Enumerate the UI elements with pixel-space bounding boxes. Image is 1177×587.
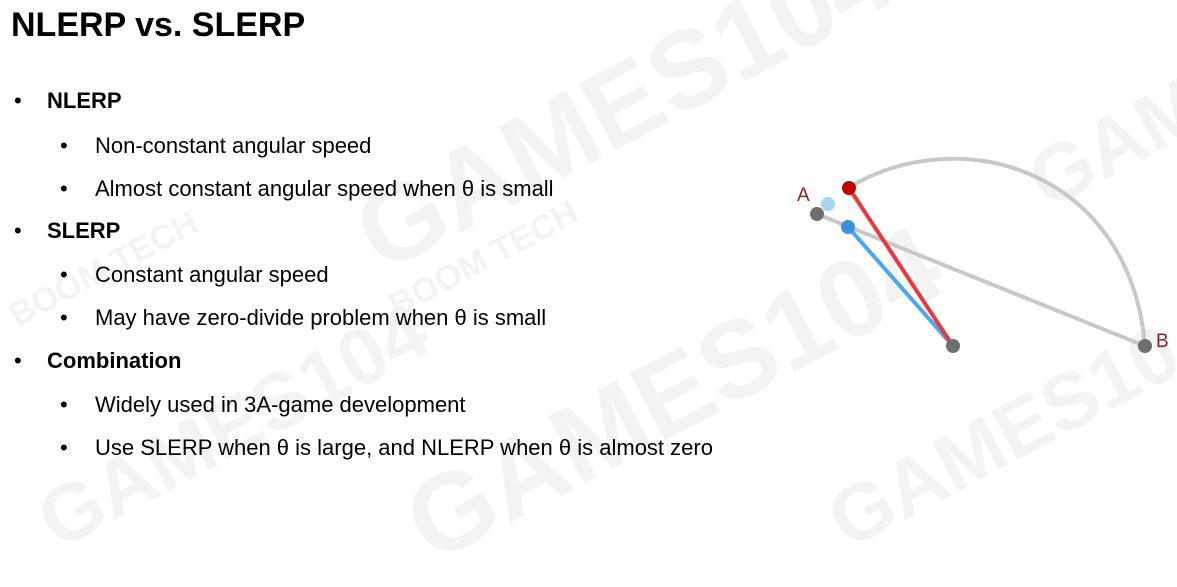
slerp-line (847, 186, 955, 348)
label-a: A (797, 185, 810, 206)
origin-point (946, 339, 960, 353)
slerp-point (842, 181, 856, 195)
nlerp-line (846, 225, 955, 348)
nlerp-point (841, 220, 855, 234)
nlerp-slerp-diagram: A B (797, 156, 1169, 353)
label-b: B (1156, 331, 1169, 352)
endpoint-a-marker (810, 207, 824, 221)
endpoint-b-marker (1138, 339, 1152, 353)
nlerp-unnormalized-point (821, 197, 835, 211)
chord-line (816, 212, 1146, 348)
